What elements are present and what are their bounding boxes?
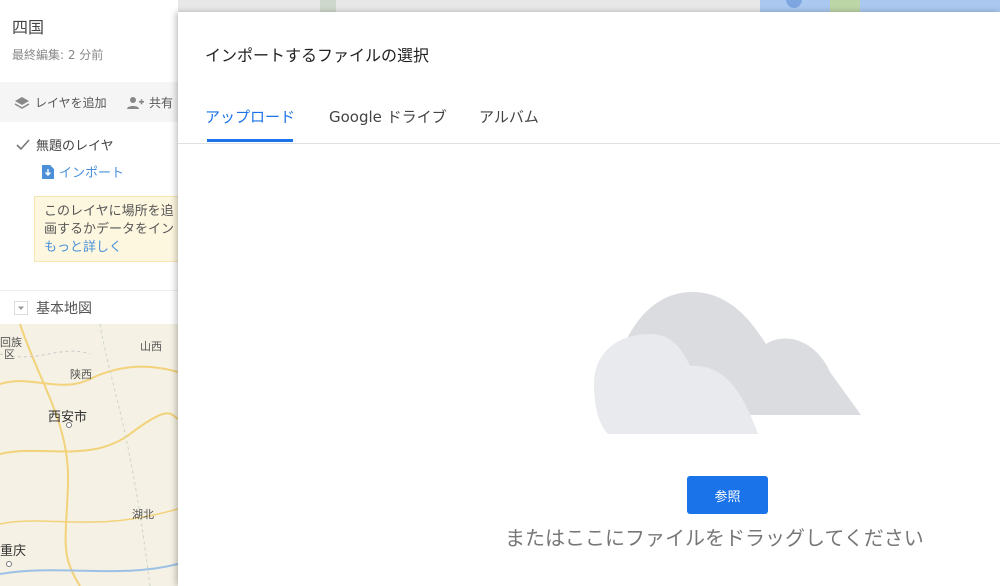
map-pin-icon [786, 0, 802, 8]
layers-icon [14, 96, 30, 109]
base-map-toggle[interactable]: 基本地図 [0, 290, 178, 324]
map-label: 湖北 [132, 508, 154, 521]
cloud-upload-icon [594, 292, 861, 434]
browse-button[interactable]: 参照 [687, 476, 768, 514]
import-file-dialog: インポートするファイルの選択 アップロード Google ドライブ アルバム 参… [178, 12, 1000, 586]
background-map [760, 0, 1000, 12]
map-label: 陕西 [70, 368, 92, 381]
import-link[interactable]: インポート [42, 162, 124, 181]
map-green-area [830, 0, 860, 12]
add-layer-label: レイヤを追加 [35, 96, 107, 110]
import-label: インポート [59, 166, 125, 181]
hint-line-2: 画するかデータをイン [44, 222, 175, 237]
base-map-thumbnail[interactable]: 回族 区 山西 陕西 西安市 湖北 重庆 [0, 324, 178, 586]
share-label: 共有 [149, 96, 174, 110]
map-label: 重庆 [0, 544, 27, 559]
map-label: 西安市 [48, 410, 88, 425]
tab-album[interactable]: アルバム [479, 106, 539, 127]
learn-more-link[interactable]: もっと詳しく [44, 239, 178, 257]
background-map-fragment [320, 0, 336, 12]
add-layer-button[interactable]: レイヤを追加 [14, 94, 107, 111]
dialog-title: インポートするファイルの選択 [205, 46, 430, 65]
tab-google-drive[interactable]: Google ドライブ [329, 106, 447, 127]
dialog-tabs: アップロード Google ドライブ アルバム [178, 92, 1000, 144]
import-file-icon [42, 164, 54, 179]
add-person-icon [127, 96, 144, 109]
map-label: 区 [4, 348, 15, 361]
last-edit-text: 最終編集: 2 分前 [12, 48, 104, 62]
map-roads [0, 324, 178, 586]
chevron-down-icon [14, 300, 28, 315]
checkmark-icon[interactable] [16, 138, 30, 151]
active-tab-indicator [207, 139, 293, 142]
map-title[interactable]: 四国 [12, 14, 44, 38]
tab-upload[interactable]: アップロード [205, 106, 295, 127]
base-map-label: 基本地図 [36, 300, 92, 317]
layer-name[interactable]: 無題のレイヤ [36, 135, 114, 154]
share-button[interactable]: 共有 [126, 94, 173, 111]
hint-line-1: このレイヤに場所を追 [44, 204, 174, 219]
map-sidebar: 四国 最終編集: 2 分前 レイヤを追加 共有 無題のレイヤ インポート このレ… [0, 0, 178, 586]
layer-item[interactable]: 無題のレイヤ [16, 135, 114, 154]
drag-drop-hint: またはここにファイルをドラッグしてください [505, 526, 924, 550]
map-label: 山西 [140, 340, 162, 353]
layer-hint-box: このレイヤに場所を追 画するかデータをイン もっと詳しく [34, 196, 178, 262]
